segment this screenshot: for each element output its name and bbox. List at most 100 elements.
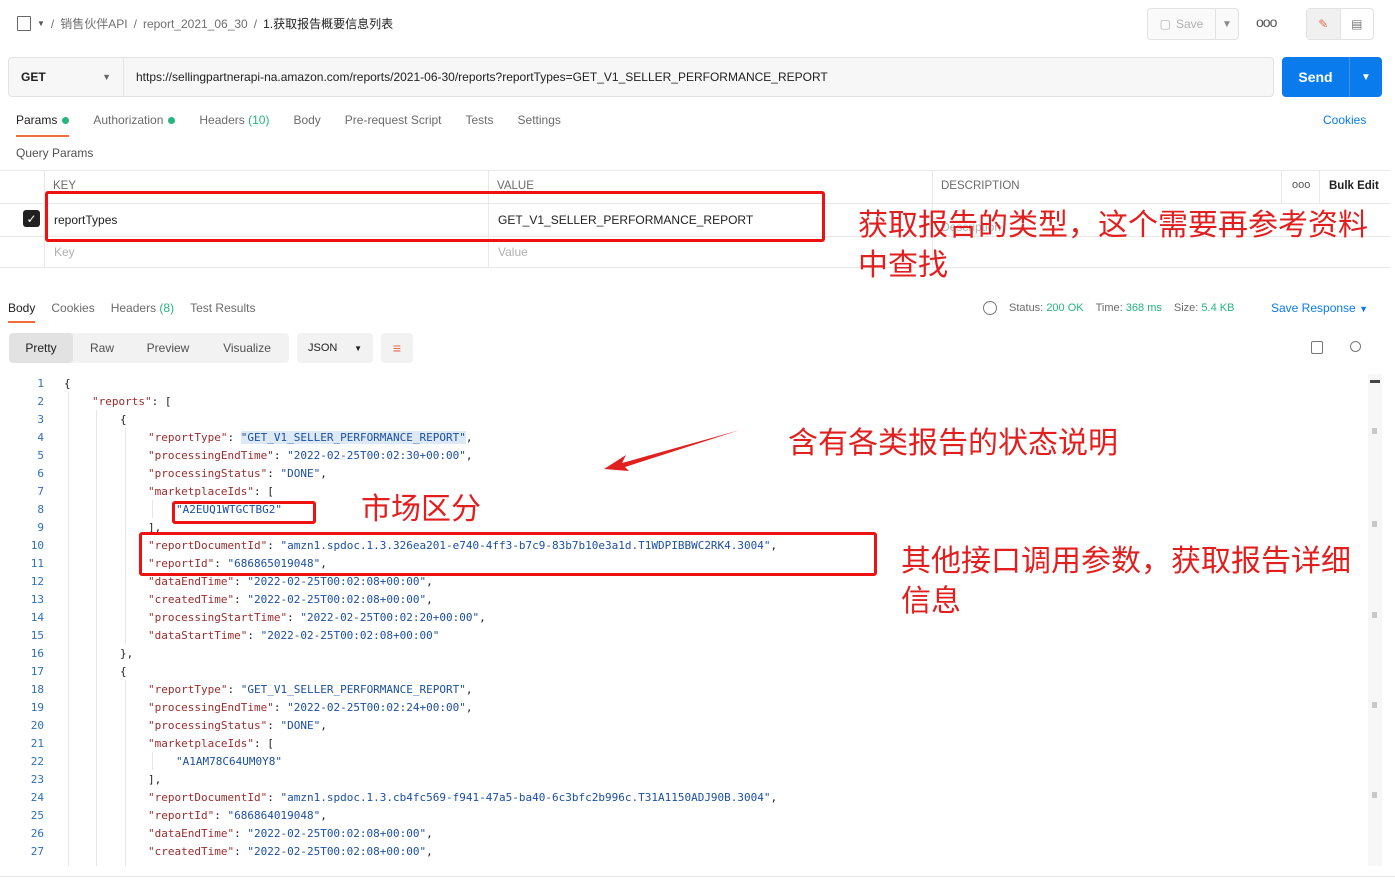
code-line: 23], xyxy=(0,770,1366,788)
code-line: 26 "dataEndTime": "2022-02-25T00:02:08+00… xyxy=(0,824,1366,842)
chevron-down-icon: ▼ xyxy=(1359,304,1368,314)
line-number: 11 xyxy=(30,556,44,570)
code-text: "reportType": "GET_V1_SELLER_PERFORMANCE… xyxy=(148,430,473,444)
search-icon[interactable] xyxy=(1350,341,1361,352)
line-number: 20 xyxy=(30,718,44,732)
line-number: 14 xyxy=(30,610,44,624)
code-line: 20 "processingStatus": "DONE", xyxy=(0,716,1366,734)
code-text: { xyxy=(64,376,71,390)
line-number: 12 xyxy=(30,574,44,588)
chevron-down-icon: ▼ xyxy=(102,72,111,82)
line-number: 4 xyxy=(37,430,44,444)
chevron-down-icon: ▼ xyxy=(354,343,362,353)
top-bar: ▼ / 销售伙伴API / report_2021_06_30 / 1.获取报告… xyxy=(0,0,1395,48)
code-line: 17 { xyxy=(0,662,1366,680)
chevron-down-icon[interactable]: ▼ xyxy=(37,19,45,28)
query-params-title: Query Params xyxy=(16,146,94,160)
document-icon xyxy=(17,16,31,31)
breadcrumb-request[interactable]: 1.获取报告概要信息列表 xyxy=(263,15,393,32)
line-number: 26 xyxy=(30,826,44,840)
code-text: "marketplaceIds": [ xyxy=(148,736,274,750)
more-options-icon[interactable]: ooo xyxy=(1292,179,1310,191)
line-number: 13 xyxy=(30,592,44,606)
send-button[interactable]: Send xyxy=(1282,57,1350,97)
tab-authorization[interactable]: Authorization xyxy=(93,113,176,137)
code-text: "reportType": "GET_V1_SELLER_PERFORMANCE… xyxy=(148,682,473,696)
code-line: 25 "reportId": "686864019048", xyxy=(0,806,1366,824)
line-number: 2 xyxy=(37,394,44,408)
status-badge: 200 OK xyxy=(1046,302,1084,314)
code-line: 24 "reportDocumentId": "amzn1.spdoc.1.3.c… xyxy=(0,788,1366,806)
tab-body[interactable]: Body xyxy=(293,113,320,137)
view-toggle: ✎ ▤ xyxy=(1306,8,1374,40)
line-number: 25 xyxy=(30,808,44,822)
url-input[interactable]: https://sellingpartnerapi-na.amazon.com/… xyxy=(124,58,1273,96)
code-text: { xyxy=(120,664,127,678)
tab-response-cookies[interactable]: Cookies xyxy=(51,301,94,323)
breadcrumb: ▼ / 销售伙伴API / report_2021_06_30 / 1.获取报告… xyxy=(17,15,393,32)
view-visualize[interactable]: Visualize xyxy=(205,333,289,363)
annotation-box-marketplace xyxy=(172,501,316,524)
view-raw[interactable]: Raw xyxy=(73,333,131,363)
wrap-lines-icon[interactable]: ≡ xyxy=(381,333,413,363)
send-dropdown-button[interactable]: ▼ xyxy=(1350,57,1382,97)
tab-test-results[interactable]: Test Results xyxy=(190,301,255,323)
time-value: 368 ms xyxy=(1125,302,1162,314)
more-options-icon[interactable]: ooo xyxy=(1256,14,1277,30)
code-text: "processingStartTime": "2022-02-25T00:02… xyxy=(148,610,486,624)
status-dot-icon xyxy=(62,117,70,125)
code-line: 2 "reports": [ xyxy=(0,392,1366,410)
edit-icon[interactable]: ✎ xyxy=(1307,9,1341,39)
new-value-input[interactable]: Value xyxy=(498,245,528,259)
param-enabled-checkbox[interactable]: ✓ xyxy=(23,210,40,227)
description-column-header: DESCRIPTION xyxy=(941,180,1020,192)
tab-response-body[interactable]: Body xyxy=(8,301,36,323)
save-dropdown-button[interactable]: ▼ xyxy=(1216,9,1238,39)
new-key-input[interactable]: Key xyxy=(54,245,75,259)
annotation-arrow xyxy=(604,430,740,471)
tab-tests[interactable]: Tests xyxy=(466,113,494,137)
method-select[interactable]: GET ▼ xyxy=(9,58,124,96)
code-text: ], xyxy=(148,772,162,786)
tab-settings[interactable]: Settings xyxy=(518,113,561,137)
line-number: 23 xyxy=(30,772,44,786)
save-response-button[interactable]: Save Response ▼ xyxy=(1271,301,1368,315)
save-icon: ▢ xyxy=(1159,17,1171,31)
annotation-box-document-id xyxy=(139,532,877,576)
line-number: 17 xyxy=(30,664,44,678)
line-number: 9 xyxy=(37,520,44,534)
tab-prerequest-script[interactable]: Pre-request Script xyxy=(345,113,442,137)
code-line: 18 "reportType": "GET_V1_SELLER_PERFORMAN… xyxy=(0,680,1366,698)
code-text: "processingStatus": "DONE", xyxy=(148,718,327,732)
bulk-edit-button[interactable]: Bulk Edit xyxy=(1329,180,1379,192)
chevron-down-icon: ▼ xyxy=(1222,18,1232,30)
save-button[interactable]: ▢ Save xyxy=(1148,9,1216,39)
comment-icon[interactable]: ▤ xyxy=(1341,9,1374,39)
line-number: 21 xyxy=(30,736,44,750)
size-value: 5.4 KB xyxy=(1201,302,1235,314)
code-text: "createdTime": "2022-02-25T00:02:08+00:0… xyxy=(148,844,433,858)
cookies-link[interactable]: Cookies xyxy=(1323,113,1366,127)
globe-icon[interactable] xyxy=(983,301,997,315)
view-preview[interactable]: Preview xyxy=(131,333,205,363)
tab-response-headers[interactable]: Headers (8) xyxy=(111,301,174,323)
annotation-report-type: 获取报告的类型，这个需要再参考资料中查找 xyxy=(858,209,1368,282)
tab-headers[interactable]: Headers (10) xyxy=(199,113,269,137)
code-line: 19 "processingEndTime": "2022-02-25T00:02… xyxy=(0,698,1366,716)
line-number: 16 xyxy=(30,646,44,660)
code-text: "dataStartTime": "2022-02-25T00:02:08+00… xyxy=(148,628,440,642)
chevron-down-icon: ▼ xyxy=(1361,71,1371,83)
breadcrumb-collection[interactable]: 销售伙伴API xyxy=(60,15,127,32)
copy-icon[interactable] xyxy=(1311,341,1323,354)
breadcrumb-folder[interactable]: report_2021_06_30 xyxy=(143,17,248,31)
tab-params[interactable]: Params xyxy=(16,113,70,137)
line-number: 7 xyxy=(37,484,44,498)
format-select[interactable]: JSON ▼ xyxy=(297,333,373,363)
code-text: "reportId": "686864019048", xyxy=(148,808,327,822)
annotation-market: 市场区分 xyxy=(361,493,481,526)
request-tabs: Params Authorization Headers (10) Body P… xyxy=(16,113,561,137)
view-pretty[interactable]: Pretty xyxy=(9,333,73,363)
line-number: 5 xyxy=(37,448,44,462)
status-dot-icon xyxy=(168,117,176,125)
response-status: Status: 200 OK Time: 368 ms Size: 5.4 KB xyxy=(983,301,1234,315)
